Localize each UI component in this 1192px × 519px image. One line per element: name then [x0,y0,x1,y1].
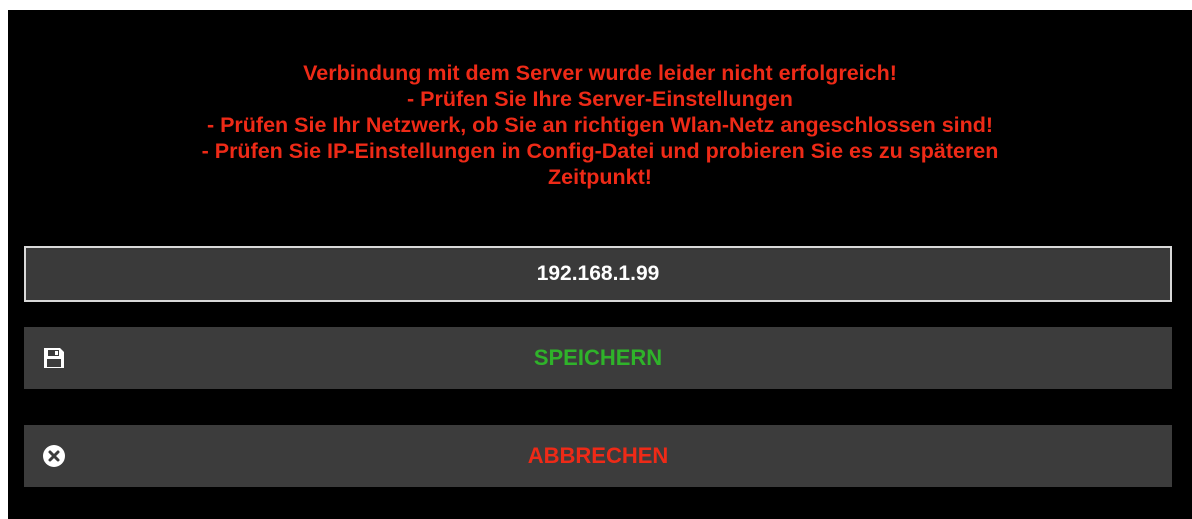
connection-error-dialog: Verbindung mit dem Server wurde leider n… [8,10,1192,519]
error-message-line: Zeitpunkt! [548,165,652,189]
error-message-line: - Prüfen Sie Ihre Server-Einstellungen [407,87,793,111]
error-message-line: - Prüfen Sie Ihr Netzwerk, ob Sie an ric… [206,113,994,137]
server-ip-input[interactable] [24,246,1172,302]
error-message-line: - Prüfen Sie IP-Einstellungen in Config-… [201,139,999,163]
save-button[interactable]: SPEICHERN [24,327,1172,389]
cancel-button-label: ABBRECHEN [527,443,669,468]
save-button-label: SPEICHERN [533,345,663,370]
cancel-button[interactable]: ABBRECHEN [24,425,1172,487]
error-message: Verbindung mit dem Server wurde leider n… [8,60,1192,190]
error-message-line: Verbindung mit dem Server wurde leider n… [303,61,897,85]
